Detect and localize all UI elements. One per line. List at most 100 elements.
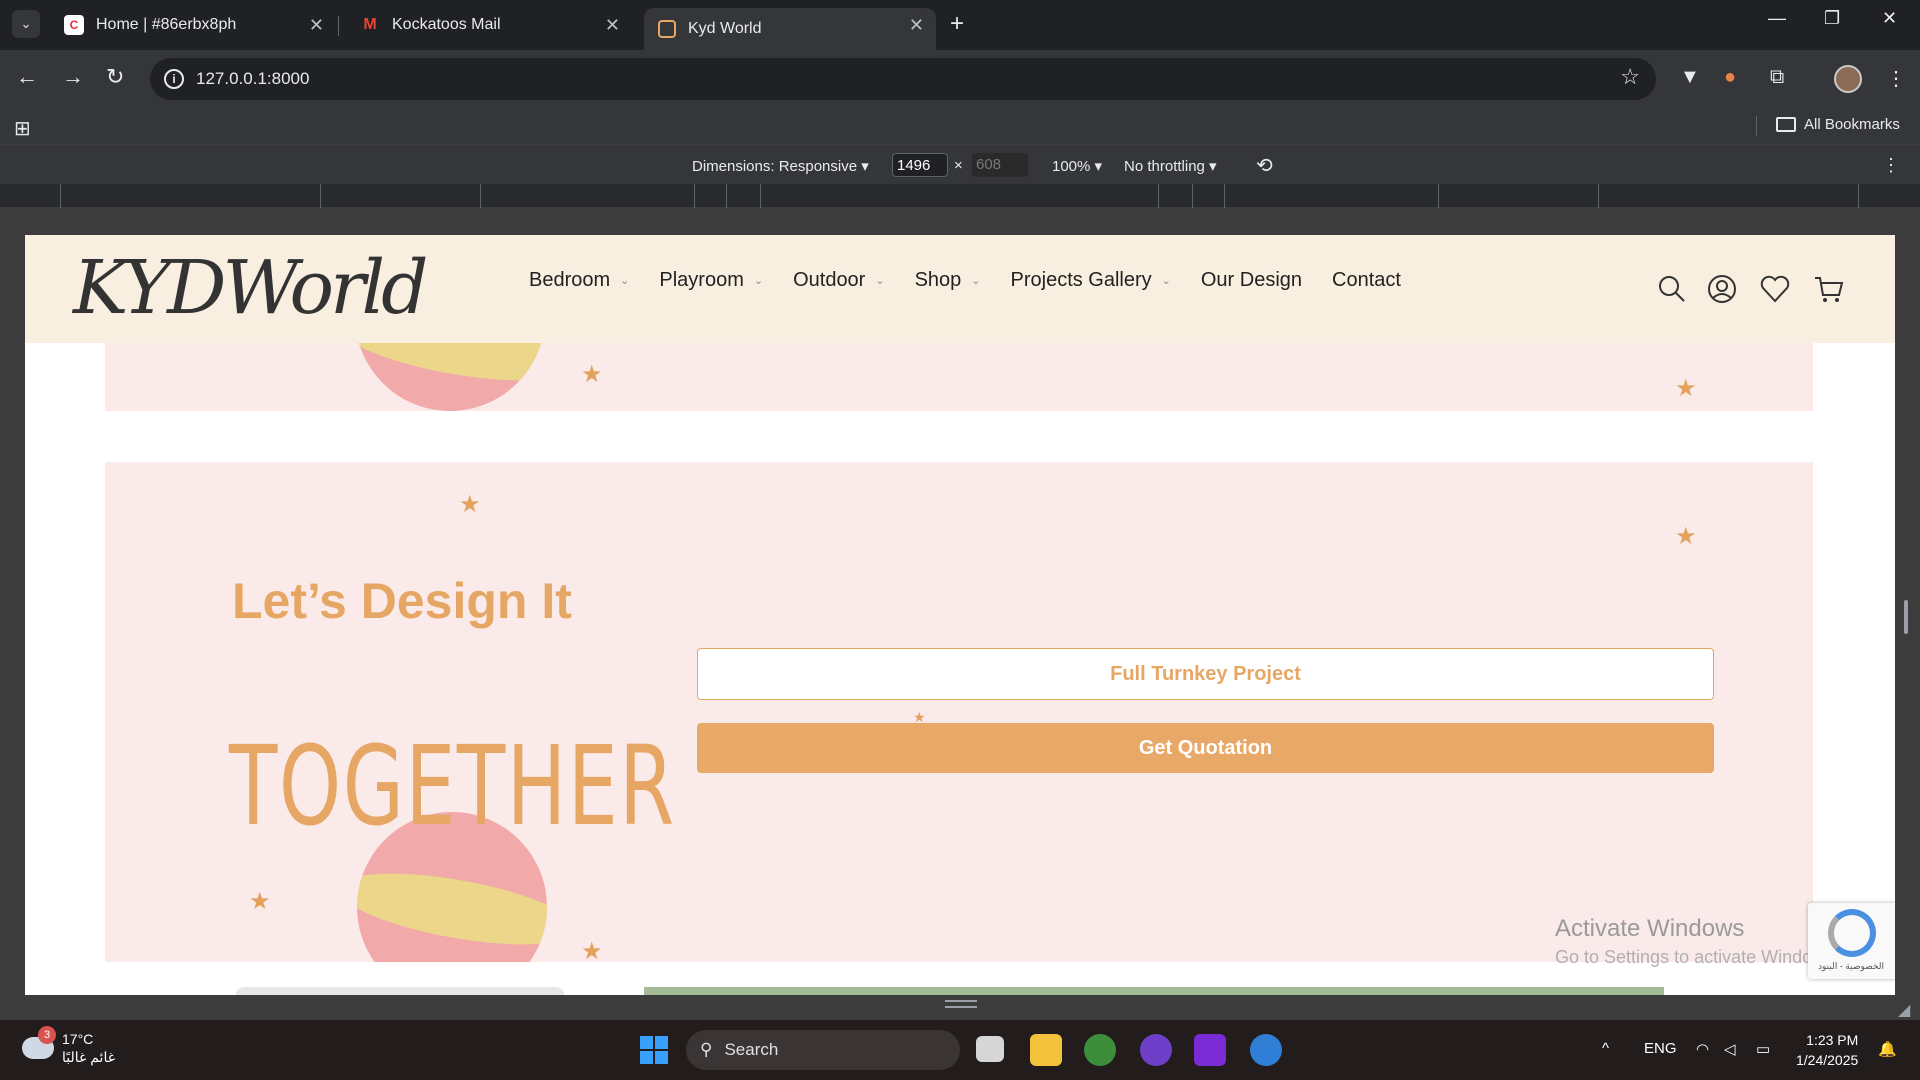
nav-projects-gallery[interactable]: Projects Gallery ⌄ bbox=[1011, 269, 1171, 292]
ball-stripe bbox=[355, 343, 545, 395]
full-turnkey-button[interactable]: Full Turnkey Project bbox=[697, 648, 1714, 700]
back-icon[interactable]: ← bbox=[16, 64, 38, 90]
volume-icon[interactable]: ◁ bbox=[1724, 1040, 1736, 1058]
nav-shop[interactable]: Shop ⌄ bbox=[915, 269, 981, 292]
tab-clickup[interactable]: C Home | #86erbx8ph ✕ bbox=[50, 8, 336, 42]
next-section-card bbox=[235, 987, 565, 995]
ball-decoration bbox=[355, 343, 545, 411]
dimensions-dropdown[interactable]: Dimensions: Responsive ▾ bbox=[692, 157, 869, 175]
site-info-icon[interactable]: i bbox=[164, 69, 184, 89]
search-icon[interactable] bbox=[1656, 273, 1688, 305]
ruler-tick bbox=[694, 184, 695, 208]
recaptcha-icon bbox=[1828, 909, 1876, 957]
phpstorm-icon[interactable] bbox=[1194, 1034, 1226, 1066]
corner-resize-icon[interactable]: ◢ bbox=[1898, 1000, 1910, 1020]
search-icon: ⚲ bbox=[700, 1040, 713, 1059]
weather-widget[interactable]: 17°C غائم غالبًا bbox=[22, 1030, 115, 1066]
media-query-ruler[interactable] bbox=[0, 184, 1920, 208]
close-icon[interactable]: ✕ bbox=[605, 15, 620, 36]
nav-label: Bedroom bbox=[529, 269, 611, 291]
bookmark-divider bbox=[1756, 116, 1757, 136]
height-input[interactable]: 608 bbox=[972, 153, 1028, 177]
device-toolbar: Dimensions: Responsive ▾ 1496 × 608 100%… bbox=[0, 144, 1920, 184]
task-view-icon[interactable] bbox=[976, 1036, 1004, 1062]
cookie-icon[interactable]: ● bbox=[1724, 66, 1736, 89]
chevron-up-icon[interactable]: ^ bbox=[1602, 1040, 1609, 1057]
logo-square bbox=[655, 1051, 668, 1064]
site-header: KYDWorld Bedroom ⌄ Playroom ⌄ Outdoor ⌄ Sho… bbox=[25, 235, 1895, 343]
start-icon[interactable] bbox=[640, 1036, 668, 1064]
apps-grid-icon[interactable]: ⊞ bbox=[14, 116, 31, 141]
recaptcha-text[interactable]: الخصوصية - البنود bbox=[1818, 961, 1884, 972]
address-bar[interactable]: i 127.0.0.1:8000 ☆ bbox=[150, 58, 1656, 100]
nav-contact[interactable]: Contact bbox=[1332, 269, 1401, 292]
github-desktop-icon[interactable] bbox=[1140, 1034, 1172, 1066]
logo-square bbox=[655, 1036, 668, 1049]
battery-icon[interactable]: ▭ bbox=[1756, 1040, 1770, 1058]
site-icon bbox=[658, 20, 676, 38]
bottom-drag-handle[interactable] bbox=[945, 1000, 977, 1008]
close-icon[interactable]: ✕ bbox=[309, 15, 324, 36]
zoom-dropdown[interactable]: 100% ▾ bbox=[1052, 157, 1102, 175]
restore-icon[interactable]: ❐ bbox=[1824, 8, 1840, 29]
width-input[interactable]: 1496 bbox=[892, 153, 948, 177]
weather-temp: 17°C bbox=[62, 1031, 94, 1047]
tab-kydworld[interactable]: Kyd World ✕ bbox=[644, 8, 936, 50]
extensions-icon[interactable]: ⧉ bbox=[1770, 66, 1784, 89]
chrome-profile-icon[interactable] bbox=[1250, 1034, 1282, 1066]
close-icon[interactable]: ✕ bbox=[909, 15, 924, 36]
rotate-icon[interactable]: ⟲ bbox=[1256, 153, 1273, 178]
ruler-tick bbox=[726, 184, 727, 208]
tab-title: Kockatoos Mail bbox=[392, 16, 501, 33]
star-decoration: ★ bbox=[165, 462, 178, 464]
chevron-down-icon: ⌄ bbox=[1161, 275, 1171, 287]
close-window-icon[interactable]: ✕ bbox=[1882, 8, 1897, 29]
nav-playroom[interactable]: Playroom ⌄ bbox=[659, 269, 763, 292]
notification-bell-icon[interactable]: 🔔 bbox=[1878, 1040, 1897, 1058]
device-menu-icon[interactable]: ⋮ bbox=[1882, 155, 1900, 176]
all-bookmarks-button[interactable]: All Bookmarks bbox=[1776, 116, 1900, 133]
tab-mail[interactable]: M Kockatoos Mail ✕ bbox=[346, 8, 632, 42]
star-decoration: ★ bbox=[1675, 523, 1697, 550]
hero-script-heading: TOGETHER bbox=[229, 722, 676, 850]
chrome-icon[interactable] bbox=[1084, 1034, 1116, 1066]
clickup-icon: C bbox=[64, 15, 84, 35]
cart-icon[interactable] bbox=[1813, 273, 1845, 305]
new-tab-icon[interactable]: + bbox=[950, 10, 964, 38]
nav-outdoor[interactable]: Outdoor ⌄ bbox=[793, 269, 884, 292]
ruler-tick bbox=[60, 184, 61, 208]
times-sign: × bbox=[954, 157, 963, 174]
wifi-icon[interactable]: ◠ bbox=[1696, 1040, 1709, 1058]
get-quotation-button[interactable]: Get Quotation bbox=[697, 723, 1714, 773]
file-explorer-icon[interactable] bbox=[1030, 1034, 1062, 1066]
vue-devtools-icon[interactable]: ▼ bbox=[1680, 66, 1700, 89]
tab-strip: ⌄ C Home | #86erbx8ph ✕ M Kockatoos Mail… bbox=[0, 0, 1920, 50]
recaptcha-badge[interactable]: الخصوصية - البنود bbox=[1808, 903, 1895, 979]
account-icon[interactable] bbox=[1706, 273, 1738, 305]
profile-avatar[interactable] bbox=[1834, 65, 1862, 93]
nav-our-design[interactable]: Our Design bbox=[1201, 269, 1302, 292]
gmail-icon: M bbox=[363, 16, 377, 33]
throttling-dropdown[interactable]: No throttling ▾ bbox=[1124, 157, 1217, 175]
nav-bedroom[interactable]: Bedroom ⌄ bbox=[529, 269, 629, 292]
menu-icon[interactable]: ⋮ bbox=[1886, 66, 1906, 91]
browser-toolbar: ← → ↻ i 127.0.0.1:8000 ☆ ▼ ● ⧉ ⋮ bbox=[0, 50, 1920, 108]
url-text[interactable]: 127.0.0.1:8000 bbox=[196, 69, 309, 89]
clock[interactable]: 1:23 PM 1/24/2025 bbox=[1796, 1030, 1858, 1070]
tab-search-icon[interactable]: ⌄ bbox=[12, 10, 40, 38]
star-decoration: ★ bbox=[581, 361, 603, 388]
bookmarks-bar: ⊞ All Bookmarks bbox=[0, 108, 1920, 144]
language-indicator[interactable]: ENG bbox=[1644, 1040, 1677, 1057]
taskbar-search[interactable]: ⚲ Search bbox=[686, 1030, 960, 1070]
search-label: Search bbox=[724, 1040, 779, 1059]
forward-icon[interactable]: → bbox=[62, 64, 84, 90]
viewport-resize-handle[interactable] bbox=[1904, 600, 1908, 634]
throttling-label: No throttling bbox=[1124, 158, 1205, 175]
heart-icon[interactable] bbox=[1759, 273, 1791, 305]
activate-windows-subtitle: Go to Settings to activate Windows. bbox=[1555, 947, 1840, 967]
minimize-icon[interactable]: — bbox=[1768, 8, 1786, 29]
folder-icon bbox=[1776, 117, 1796, 132]
reload-icon[interactable]: ↻ bbox=[106, 64, 124, 90]
bookmark-star-icon[interactable]: ☆ bbox=[1620, 66, 1640, 88]
site-logo[interactable]: KYDWorld bbox=[73, 245, 428, 331]
